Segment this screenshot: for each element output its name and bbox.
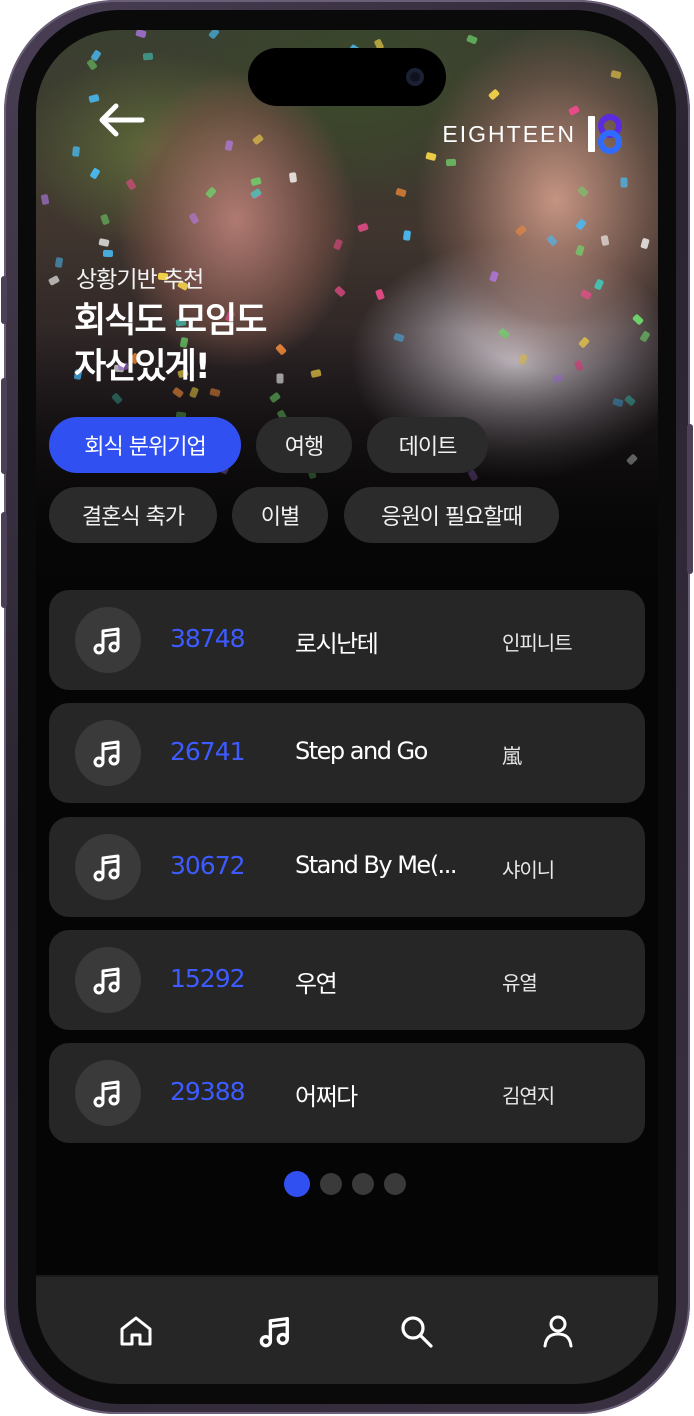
category-chip-breakup[interactable]: 이별 [232,487,328,543]
confetti-piece [142,52,154,61]
page-dot[interactable] [352,1173,374,1195]
song-icon-badge [75,607,141,673]
song-icon-badge [75,1060,141,1126]
category-chip-company-dinner[interactable]: 회식 분위기업 [49,417,241,473]
song-title: Stand By Me(... [295,851,457,879]
app-screen: EIGHTEEN 상황기반 추천 회식도 모임도 자신있게! 회식 분위기업 여… [36,30,658,1384]
song-artist: 유열 [502,971,538,995]
page-indicator [284,1171,406,1197]
nav-search[interactable] [394,1309,438,1353]
bottom-navigation [36,1275,658,1384]
nav-songs[interactable] [254,1309,298,1353]
user-icon [543,1315,573,1348]
music-note-icon [93,740,120,768]
song-icon-badge [75,947,141,1013]
music-note-icon [93,967,120,995]
song-number: 38748 [170,624,246,653]
nav-home[interactable] [114,1309,158,1353]
front-camera [406,68,424,86]
song-number: 29388 [170,1077,246,1106]
category-chip-travel[interactable]: 여행 [256,417,352,473]
dynamic-island [248,48,446,106]
back-button[interactable] [92,98,148,142]
brand-mark-18 [586,114,622,154]
song-number: 30672 [170,851,246,880]
song-number: 26741 [170,737,246,766]
hero-title: 회식도 모임도 자신있게! [74,298,267,390]
page-dot[interactable] [384,1173,406,1195]
hero-title-line-2: 자신있게! [74,347,211,387]
song-title: 어쩌다 [295,1083,358,1111]
home-icon [120,1316,152,1346]
song-title: 로시난테 [295,630,379,658]
brand-name: EIGHTEEN [442,120,576,147]
song-icon-badge [75,720,141,786]
volume-up-button [1,378,7,474]
category-chip-date[interactable]: 데이트 [367,417,488,473]
confetti-piece [620,177,628,188]
confetti-piece [445,158,457,167]
category-chip-cheer-up[interactable]: 응원이 필요할때 [344,487,559,543]
song-title: 우연 [295,970,338,998]
song-card[interactable]: 15292 우연 유열 [49,930,645,1030]
song-artist: 샤이니 [502,858,555,882]
music-note-icon [93,627,120,655]
volume-down-button [1,512,7,608]
confetti-piece [71,146,81,157]
music-note-icon [93,1080,120,1108]
song-card[interactable]: 26741 Step and Go 嵐 [49,703,645,803]
music-note-icon [93,854,120,882]
song-card[interactable]: 30672 Stand By Me(... 샤이니 [49,817,645,917]
song-icon-badge [75,834,141,900]
song-card[interactable]: 29388 어쩌다 김연지 [49,1043,645,1143]
song-artist: 김연지 [502,1084,555,1108]
song-artist: 嵐 [502,744,522,768]
search-icon [401,1316,433,1348]
confetti-piece [102,249,114,258]
confetti-piece [402,230,412,241]
confetti-piece [288,172,298,183]
action-button [1,276,7,324]
song-artist: 인피니트 [502,631,573,655]
song-card[interactable]: 38748 로시난테 인피니트 [49,590,645,690]
brand-logo: EIGHTEEN [442,114,622,154]
nav-profile[interactable] [536,1309,580,1353]
power-button [687,424,693,574]
song-title: Step and Go [295,737,428,765]
music-note-icon [259,1316,289,1348]
page-dot-active[interactable] [284,1171,310,1197]
category-chip-wedding-song[interactable]: 결혼식 축가 [49,487,217,543]
song-number: 15292 [170,964,246,993]
hero-subtitle: 상황기반 추천 [76,267,204,293]
page-dot[interactable] [320,1173,342,1195]
arrow-left-icon [99,103,145,137]
hero-title-line-1: 회식도 모임도 [74,301,267,341]
